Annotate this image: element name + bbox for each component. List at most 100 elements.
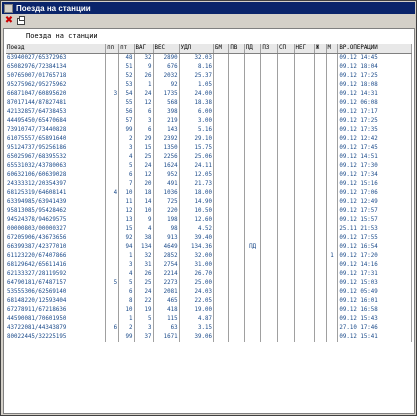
table-row[interactable]: 43722081/44343879 6 2 3 63 3.15 27.10 17:46: [6, 324, 412, 333]
table-row[interactable]: 00000803/00000327 15 4 98 4.52 25.11 21:53: [6, 225, 412, 234]
table-cell: [228, 153, 245, 162]
table-cell: [260, 90, 278, 99]
table-cell: 25: [134, 153, 154, 162]
table-row[interactable]: 68125319/64608141 4 10 18 1036 18.00 09.12 17:…: [6, 189, 412, 198]
table-row[interactable]: 94524378/94629575 13 9 198 12.60 09.12 15:57: [6, 216, 412, 225]
table-cell: 09.12 06:08: [337, 99, 412, 108]
table-row[interactable]: 65025967/68395532 4 25 2256 25.06 09.12 14:51: [6, 153, 412, 162]
table-cell: 1.05: [179, 81, 214, 90]
table-cell: [105, 72, 120, 81]
table-row[interactable]: 66399387/42377010 94 134 4649 134.36 ПД 09.12 …: [6, 243, 412, 252]
table-cell: [105, 216, 120, 225]
column-header[interactable]: ВАГ: [134, 44, 154, 54]
table-cell: [105, 180, 120, 189]
table-cell: [213, 261, 230, 270]
column-header[interactable]: ВР.ОПЕРАЦИИ: [337, 44, 412, 54]
table-cell: [314, 171, 327, 180]
column-header[interactable]: пт: [118, 44, 135, 54]
column-header[interactable]: ВЕС: [153, 44, 180, 54]
column-header[interactable]: НЕГ: [294, 44, 315, 54]
close-button[interactable]: ✖: [4, 16, 14, 26]
column-header[interactable]: пп: [105, 44, 120, 54]
table-cell: [228, 144, 245, 153]
table-cell: 9: [134, 63, 154, 72]
table-cell: 53555306/62569140: [6, 288, 107, 297]
table-row[interactable]: 66871047/60895620 3 54 24 1735 24.00 09.12 14:…: [6, 90, 412, 99]
table-cell: [244, 180, 262, 189]
column-header[interactable]: ПЗ: [260, 44, 278, 54]
column-header[interactable]: ПД: [244, 44, 262, 54]
table-row[interactable]: 50765007/01765718 52 26 2032 25.37 09.12 17:2…: [6, 72, 412, 81]
table-cell: [228, 288, 245, 297]
column-header[interactable]: Ж: [314, 44, 327, 54]
table-cell: [314, 126, 327, 135]
table-row[interactable]: 80022445/32225195 99 37 1671 39.06 09.12 15:4…: [6, 333, 412, 342]
column-header[interactable]: М: [326, 44, 339, 54]
table-row[interactable]: 95124737/95256186 3 15 1350 15.75 09.12 17:45: [6, 144, 412, 153]
table-cell: [326, 144, 339, 153]
table-row[interactable]: 68129642/65611416 3 31 2754 31.00 09.12 14:16: [6, 261, 412, 270]
table-cell: [294, 189, 315, 198]
column-header[interactable]: Поезд: [6, 44, 107, 54]
table-cell: [260, 53, 278, 63]
table-row[interactable]: 87017144/87827481 55 12 568 18.38 09.12 06:08: [6, 99, 412, 108]
table-cell: 7: [118, 180, 135, 189]
table-cell: 3.00: [179, 117, 214, 126]
table-cell: 66399387/42377010: [6, 243, 107, 252]
column-header[interactable]: БМ: [213, 44, 230, 54]
table-row[interactable]: 95813085/95428462 12 10 220 10.50 09.12 17:57: [6, 207, 412, 216]
column-header[interactable]: СП: [277, 44, 295, 54]
table-cell: [244, 81, 262, 90]
table-cell: [213, 225, 230, 234]
table-cell: [294, 216, 315, 225]
column-header[interactable]: ПВ: [228, 44, 245, 54]
table-cell: 19.00: [179, 306, 214, 315]
table-cell: [244, 261, 262, 270]
table-cell: 73910747/73440828: [6, 126, 107, 135]
table-row[interactable]: 60632106/60639028 6 12 952 12.05 09.12 17:34: [6, 171, 412, 180]
table-cell: [260, 171, 278, 180]
table-row[interactable]: 61123220/67407866 1 32 2852 32.00 1 09.12 17:2…: [6, 252, 412, 261]
table-row[interactable]: 64790181/67487157 5 5 25 2273 25.00 09.12 15:0…: [6, 279, 412, 288]
table-row[interactable]: 24333312/20354397 7 20 491 21.73 09.12 15:16: [6, 180, 412, 189]
table-cell: [314, 90, 327, 99]
table-cell: [105, 108, 120, 117]
table-cell: [294, 333, 315, 342]
table-cell: [260, 279, 278, 288]
table-row[interactable]: 65082976/72384134 51 9 676 8.16 09.12 18:04: [6, 63, 412, 72]
trains-table[interactable]: Поезд пп пт ВАГ ВЕС УДЛ БМ ПВ ПД ПЗ СП НЕГ Ж М ВР.ОПЕР…: [6, 44, 412, 409]
table-cell: 32: [134, 252, 154, 261]
table-cell: [213, 198, 230, 207]
table-row[interactable]: 95275962/95275962 53 1 92 1.05 09.12 18:08: [6, 81, 412, 90]
table-cell: [314, 234, 327, 243]
table-row[interactable]: 44495450/65470684 57 3 219 3.00 09.12 17:25: [6, 117, 412, 126]
table-cell: [228, 126, 245, 135]
table-cell: [314, 72, 327, 81]
table-cell: [228, 261, 245, 270]
table-cell: [213, 99, 230, 108]
table-row[interactable]: 67278911/67218636 10 19 418 19.00 09.12 16:58: [6, 306, 412, 315]
table-row[interactable]: 73910747/73440828 99 6 143 5.16 09.12 17:35: [6, 126, 412, 135]
print-button[interactable]: [16, 15, 26, 26]
table-cell: [277, 72, 295, 81]
title-bar[interactable]: Поезда на станции: [2, 2, 415, 14]
table-row[interactable]: 53555306/62569140 6 24 2081 24.03 09.12 05:49: [6, 288, 412, 297]
table-cell: [326, 270, 339, 279]
table-row[interactable]: 63940027/65372963 48 32 2890 32.03 09.12 14:4…: [6, 53, 412, 63]
table-row[interactable]: 42132857/64738453 56 6 398 6.00 09.12 17:17: [6, 108, 412, 117]
column-header[interactable]: УДЛ: [179, 44, 214, 54]
table-row[interactable]: 67205906/43673656 92 38 913 39.40 09.12 17:55: [6, 234, 412, 243]
table-cell: 3: [105, 90, 120, 99]
table-row[interactable]: 61075557/65891640 2 29 2392 29.10 09.12 12:42: [6, 135, 412, 144]
table-cell: [228, 90, 245, 99]
table-row[interactable]: 65531032/43780063 5 24 1624 24.11 09.12 17:30: [6, 162, 412, 171]
table-cell: [326, 108, 339, 117]
table-cell: [314, 306, 327, 315]
table-cell: 6: [118, 288, 135, 297]
table-row[interactable]: 63394985/63941439 11 14 725 14.90 09.12 12:49: [6, 198, 412, 207]
report-area[interactable]: Поезда на станции Поезд пп пт ВАГ ВЕС УДЛ БМ ПВ…: [3, 28, 415, 414]
table-row[interactable]: 62133327/28119592 4 26 2214 26.70 09.12 17:31: [6, 270, 412, 279]
table-cell: [277, 216, 295, 225]
table-row[interactable]: 44590081/70601950 1 5 115 4.87 09.12 15:43: [6, 315, 412, 324]
table-row[interactable]: 68148220/12593404 8 22 465 22.05 09.12 16:01: [6, 297, 412, 306]
